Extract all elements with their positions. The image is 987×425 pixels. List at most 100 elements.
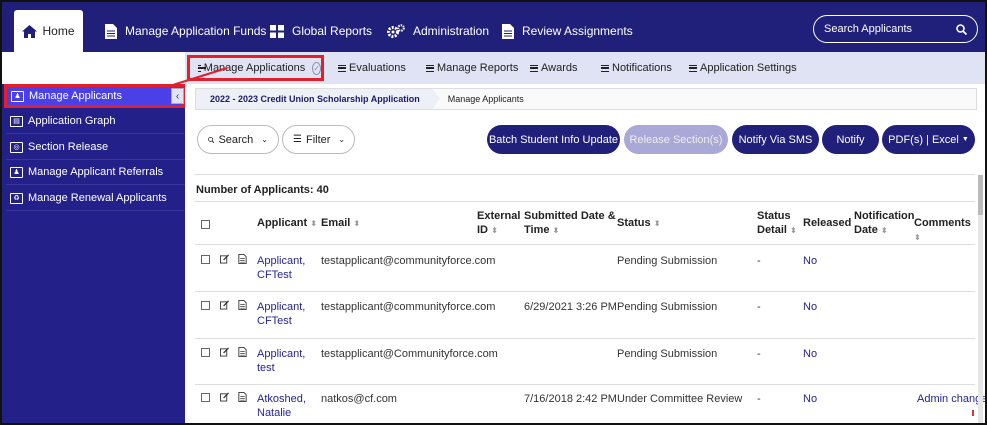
edit-icon[interactable]	[220, 300, 229, 310]
header-applicant[interactable]: Applicant ⬍	[257, 216, 317, 231]
nav-global-reports[interactable]: Global Reports	[270, 10, 372, 52]
sidebar-item-manage-applicants[interactable]: ♟ Manage Applicants	[4, 84, 185, 108]
edit-icon[interactable]	[220, 347, 229, 357]
users-icon: ♟	[11, 90, 24, 102]
header-label: Notification	[854, 210, 915, 222]
sidebar-item-manage-applicant-referrals[interactable]: ♟ Manage Applicant Referrals	[6, 160, 185, 185]
email-cell: testapplicant@Communityforce.com	[321, 348, 498, 360]
applicant-last-name: Applicant,	[257, 301, 306, 313]
header-notification-date[interactable]: Notification Date ⬍	[854, 209, 915, 238]
status-cell: Pending Submission	[617, 255, 718, 267]
document-icon	[502, 23, 514, 39]
header-label: Email	[321, 217, 351, 229]
subnav-label: Notifications	[612, 62, 672, 74]
applicant-last-name: Applicant,	[257, 348, 306, 360]
release-icon: ◎	[10, 141, 23, 153]
nav-home[interactable]: Home	[14, 10, 83, 52]
row-checkbox[interactable]	[201, 393, 210, 402]
scrollbar-thumb[interactable]	[978, 175, 983, 215]
top-nav: Home Manage Application Funds Global Rep…	[2, 2, 985, 52]
applicant-name-link[interactable]: Applicant, CFTest	[257, 254, 305, 282]
release-sections-button[interactable]: Release Section(s)	[624, 125, 728, 154]
sidebar-item-section-release[interactable]: ◎ Section Release	[6, 135, 185, 160]
nav-manage-application-funds[interactable]: Manage Application Funds	[105, 10, 266, 52]
search-placeholder: Search Applicants	[824, 23, 913, 35]
sort-icon: ⬍	[653, 219, 661, 228]
sidebar-collapse-button[interactable]: ‹	[171, 88, 184, 104]
check-circle-icon: ✓	[312, 61, 321, 75]
row-checkbox[interactable]	[201, 301, 210, 310]
search-dropdown-button[interactable]: Search ⌄	[197, 125, 279, 154]
header-label: ID	[477, 224, 488, 236]
document-icon[interactable]	[238, 347, 247, 357]
search-applicants-input[interactable]: Search Applicants	[813, 15, 978, 43]
subnav-awards[interactable]: Awards	[530, 60, 577, 76]
filter-dropdown-button[interactable]: ☰ Filter ⌄	[282, 125, 355, 154]
edit-icon[interactable]	[220, 254, 229, 264]
header-released[interactable]: Released	[803, 216, 851, 230]
sidebar-item-application-graph[interactable]: ▤ Application Graph	[6, 109, 185, 134]
document-icon[interactable]	[238, 254, 247, 264]
select-all-checkbox[interactable]	[201, 220, 210, 229]
home-icon	[22, 24, 38, 38]
sort-icon: ⬍	[914, 233, 921, 242]
edit-icon[interactable]	[220, 392, 229, 402]
applicant-first-name: Natalie	[257, 407, 292, 419]
status-detail-cell: -	[757, 255, 761, 267]
released-cell[interactable]: No	[803, 254, 817, 268]
applicant-first-name: test	[257, 362, 275, 374]
document-icon[interactable]	[238, 300, 247, 310]
search-button-label: Search	[218, 133, 254, 146]
subnav-application-settings[interactable]: Application Settings	[689, 60, 797, 76]
notify-button[interactable]: Notify	[822, 125, 879, 154]
released-cell[interactable]: No	[803, 392, 817, 406]
status-detail-cell: -	[757, 393, 761, 405]
pdf-excel-dropdown-button[interactable]: PDF(s) | Excel ▼	[882, 125, 975, 154]
applicant-count: Number of Applicants: 40	[196, 184, 329, 196]
applicant-name-link[interactable]: Applicant, test	[257, 347, 305, 375]
applicant-name-link[interactable]: Atkoshed, Natalie	[257, 392, 306, 420]
subnav-manage-reports[interactable]: Manage Reports	[426, 60, 518, 76]
sort-icon: ⬍	[880, 226, 888, 235]
menu-icon	[426, 64, 434, 72]
nav-administration[interactable]: Administration	[387, 10, 489, 52]
sidebar-item-manage-renewal-applicants[interactable]: ♻ Manage Renewal Applicants	[6, 186, 185, 211]
comments-cell[interactable]: Admin change	[917, 392, 985, 406]
notify-via-sms-button[interactable]: Notify Via SMS	[732, 125, 819, 154]
header-label: Status	[757, 210, 791, 222]
document-icon[interactable]	[238, 392, 247, 402]
search-icon[interactable]	[956, 23, 967, 35]
subnav-evaluations[interactable]: Evaluations	[338, 60, 406, 76]
header-email[interactable]: Email ⬍	[321, 216, 360, 231]
submitted-cell: 6/29/2021 3:26 PM	[524, 301, 617, 313]
row-checkbox[interactable]	[201, 255, 210, 264]
subnav-notifications[interactable]: Notifications	[601, 60, 672, 76]
search-icon	[208, 136, 215, 143]
header-label: Released	[803, 217, 852, 229]
nav-label: Administration	[413, 24, 490, 38]
released-cell[interactable]: No	[803, 300, 817, 314]
header-comments[interactable]: Comments ⬍	[914, 216, 975, 245]
header-status-detail[interactable]: Status Detail ⬍	[757, 209, 797, 238]
batch-student-info-update-button[interactable]: Batch Student Info Update	[487, 125, 620, 154]
table-row: Applicant, test testapplicant@Communityfo…	[195, 339, 975, 385]
pdf-excel-label: PDF(s) | Excel	[888, 133, 959, 146]
released-cell[interactable]: No	[803, 347, 817, 361]
nav-review-assignments[interactable]: Review Assignments	[502, 10, 633, 52]
menu-icon	[689, 64, 697, 72]
header-status[interactable]: Status ⬍	[617, 216, 660, 231]
row-checkbox[interactable]	[201, 348, 210, 357]
header-label: Time	[524, 224, 550, 236]
breadcrumb-current: Manage Applicants	[447, 94, 524, 104]
sort-icon: ⬍	[491, 226, 498, 235]
header-external-id[interactable]: External ID ⬍	[477, 209, 520, 238]
applicant-last-name: Applicant,	[257, 255, 306, 267]
header-submitted-date[interactable]: Submitted Date & Time ⬍	[524, 209, 616, 238]
nav-label: Global Reports	[292, 24, 373, 38]
applicant-name-link[interactable]: Applicant, CFTest	[257, 300, 305, 328]
sidebar-item-label: Manage Applicant Referrals	[28, 166, 164, 178]
sliders-icon: ☰	[293, 134, 302, 145]
sort-icon: ⬍	[552, 226, 560, 235]
breadcrumb-application[interactable]: 2022 - 2023 Credit Union Scholarship App…	[196, 89, 432, 109]
nav-home-label: Home	[42, 24, 75, 38]
